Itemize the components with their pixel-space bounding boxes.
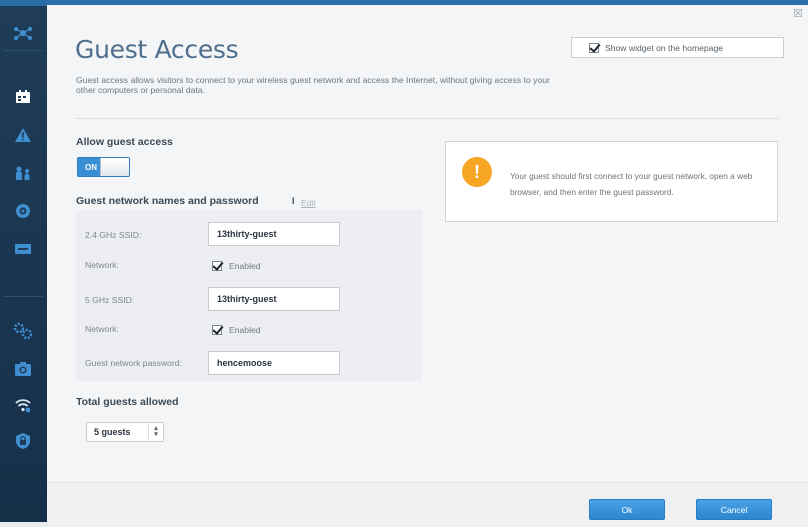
ssid-5-label: 5 GHz SSID: [85,295,135,305]
guest-network-form: 2.4 GHz SSID: 13thirty-guest Network: En… [76,210,422,381]
network-5-enabled-checkbox[interactable]: Enabled [212,325,261,335]
edit-link[interactable]: Edit [301,198,316,208]
show-widget-checkbox[interactable]: Show widget on the homepage [571,37,784,58]
network-map-icon[interactable] [9,20,37,46]
guest-access-icon[interactable] [9,84,37,110]
guest-info-text: Your guest should first connect to your … [510,171,753,197]
security-icon[interactable] [9,356,37,382]
total-guests-heading: Total guests allowed [76,396,179,408]
troubleshooting-icon[interactable] [9,122,37,148]
network-24-label: Network: [85,260,119,270]
network-5-label: Network: [85,324,119,334]
guest-password-label: Guest network password: [85,358,182,368]
guest-access-panel: ☒ Guest Access Guest access allows visit… [47,0,808,527]
parental-controls-icon[interactable] [9,160,37,186]
page-title: Guest Access [75,35,239,64]
show-widget-label: Show widget on the homepage [605,42,724,53]
media-prioritization-icon[interactable] [9,198,37,224]
checkbox-icon[interactable] [212,261,222,271]
ok-button[interactable]: Ok [589,499,665,520]
router-security-icon[interactable] [9,428,37,454]
select-arrows-icon[interactable]: ▴ ▾ [148,425,163,439]
guest-password-input[interactable]: hencemoose [208,351,340,375]
enabled-label: Enabled [229,261,261,271]
header-divider [75,118,779,119]
ssid-5-input[interactable]: 13thirty-guest [208,287,340,311]
page-description: Guest access allows visitors to connect … [76,75,550,95]
checkbox-icon[interactable] [212,325,222,335]
close-icon[interactable]: ☒ [793,9,803,20]
warning-icon: ! [462,157,492,187]
toggle-on-label: ON [85,163,97,172]
wireless-icon[interactable] [9,392,37,418]
heading-separator: I [292,196,295,206]
total-guests-value: 5 guests [94,427,131,437]
allow-guest-access-heading: Allow guest access [76,136,173,148]
guest-network-heading: Guest network names and password [76,195,259,207]
total-guests-select[interactable]: 5 guests ▴ ▾ [86,422,164,442]
checkbox-icon[interactable] [589,42,599,53]
network-24-enabled-checkbox[interactable]: Enabled [212,261,261,271]
sidebar-top-accent [0,0,47,6]
sidebar [0,0,47,522]
toggle-knob[interactable] [100,158,129,176]
external-storage-icon[interactable] [9,236,37,262]
sidebar-divider [4,50,43,51]
cancel-button[interactable]: Cancel [696,499,772,520]
sidebar-divider [4,296,43,297]
enabled-label: Enabled [229,325,261,335]
guest-access-toggle[interactable]: ON [77,157,130,177]
app-window: ☒ Guest Access Guest access allows visit… [0,0,808,527]
guest-info-box: ! Your guest should first connect to you… [445,141,778,222]
connectivity-icon[interactable] [9,318,37,344]
dialog-footer: Ok Cancel [47,482,808,527]
ssid-24-label: 2.4 GHz SSID: [85,230,142,240]
ssid-24-input[interactable]: 13thirty-guest [208,222,340,246]
